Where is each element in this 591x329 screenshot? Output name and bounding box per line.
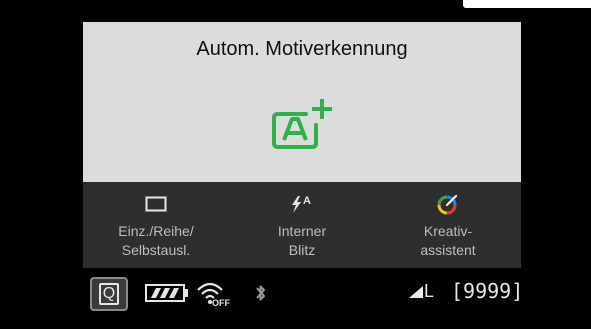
flash-setting[interactable]: A Interner Blitz (229, 182, 375, 268)
bluetooth-icon (255, 282, 267, 309)
image-quality-fine-icon (408, 285, 424, 304)
camera-screen: Autom. Motiverkennung Einz./Reihe/ Selbs… (0, 0, 591, 329)
quick-control-button[interactable]: Q (90, 277, 128, 311)
quick-control-label: Q (99, 283, 119, 305)
battery-full-icon (145, 284, 189, 307)
drive-mode-label: Einz./Reihe/ Selbstausl. (118, 223, 194, 258)
quick-settings-bar: Einz./Reihe/ Selbstausl. A Interner Blit… (83, 182, 521, 268)
scene-intelligent-auto-plus-icon (270, 97, 334, 153)
drive-mode-setting[interactable]: Einz./Reihe/ Selbstausl. (83, 182, 229, 268)
wifi-off-icon: OFF (196, 279, 230, 312)
corner-tab (463, 0, 591, 8)
flash-label: Interner Blitz (277, 223, 327, 258)
creative-assist-setting[interactable]: Kreativ- assistent (375, 182, 521, 268)
creative-assist-icon (375, 192, 521, 216)
svg-text:A: A (303, 195, 311, 207)
shooting-mode-panel: Autom. Motiverkennung (83, 22, 521, 182)
single-shooting-icon (83, 192, 229, 216)
svg-text:OFF: OFF (212, 298, 230, 307)
shots-remaining: [9999] (451, 279, 524, 303)
image-quality-label: L (424, 281, 435, 301)
shooting-mode-title: Autom. Motiverkennung (196, 38, 408, 60)
auto-flash-icon: A (229, 192, 375, 216)
status-bar: Q OFF L [9999] (83, 270, 524, 320)
creative-assist-label: Kreativ- assistent (420, 223, 476, 258)
